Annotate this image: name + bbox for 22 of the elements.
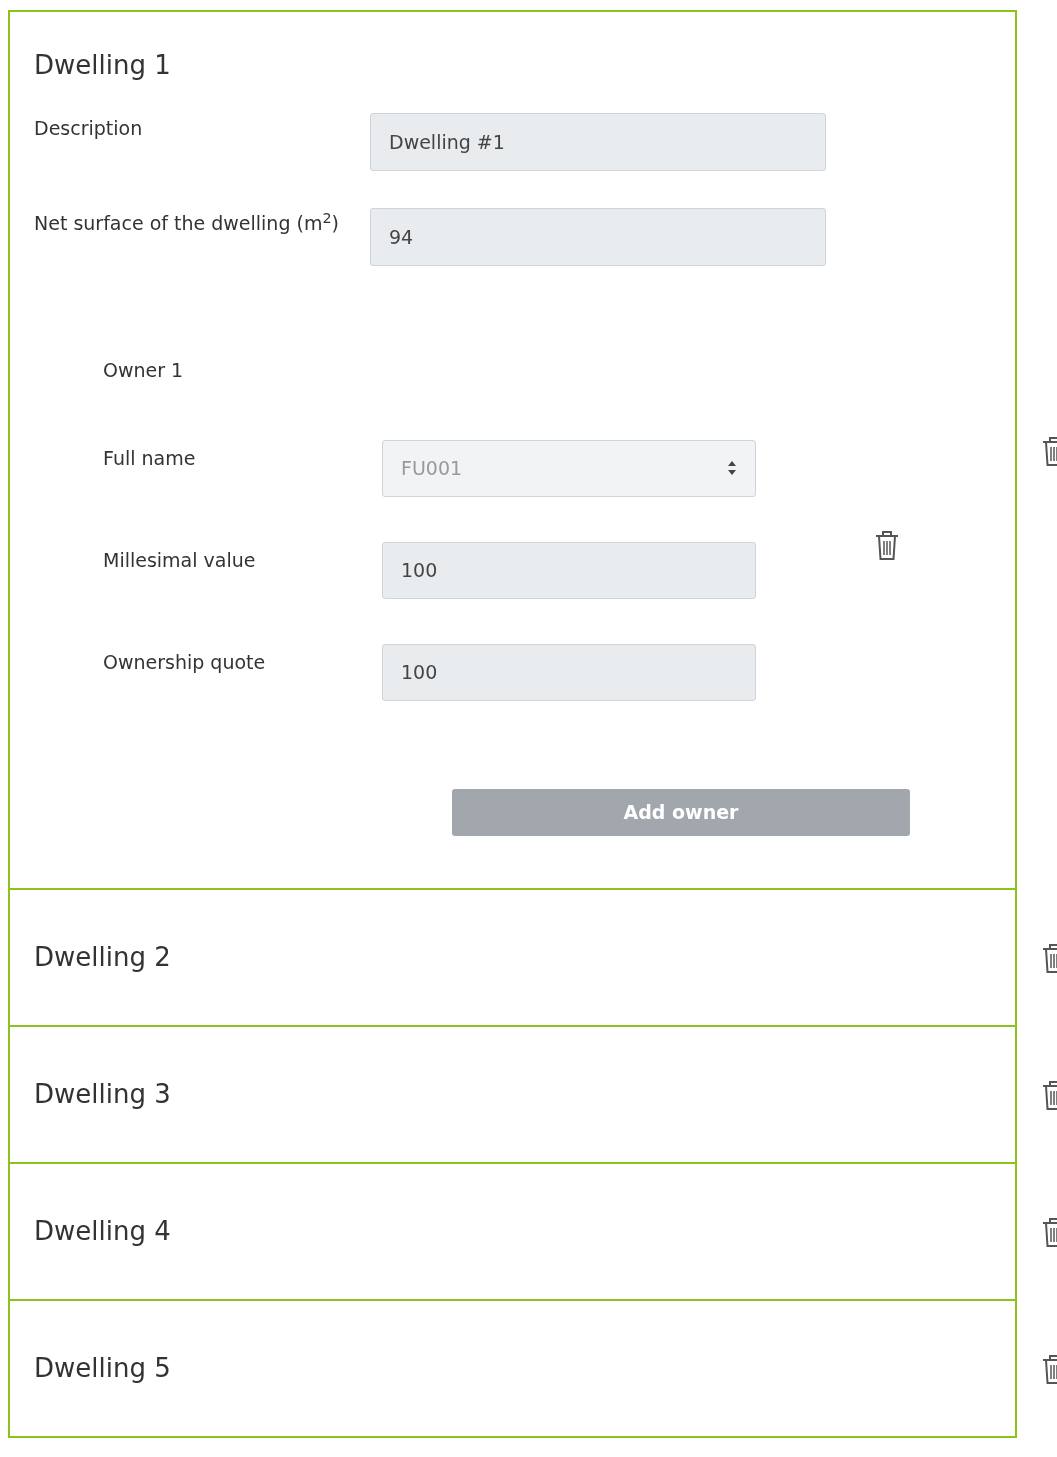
field-label: Description <box>34 116 144 142</box>
input-field[interactable]: Dwelling #1 <box>370 113 826 172</box>
trash-icon[interactable] <box>1040 1353 1057 1386</box>
input-field[interactable]: 94 <box>370 208 826 267</box>
trash-icon[interactable] <box>1040 1079 1057 1112</box>
trash-icon[interactable] <box>1040 1216 1057 1249</box>
field-label: Net surface of the dwelling (m$^{2}$) <box>34 209 340 237</box>
field-label: Full name <box>103 445 197 471</box>
dwelling-title[interactable]: Dwelling 1 <box>34 50 991 82</box>
field-label: Ownership quote <box>103 649 267 675</box>
trash-icon[interactable] <box>873 529 901 562</box>
owner-title: Owner 1 <box>103 358 185 384</box>
field-label: Millesimal value <box>103 547 257 573</box>
sort-icon <box>727 460 737 477</box>
trash-icon[interactable] <box>1040 942 1057 975</box>
dwelling-title[interactable]: Dwelling 3 <box>34 1078 171 1110</box>
dwelling-title[interactable]: Dwelling 4 <box>34 1215 171 1247</box>
dwelling-title[interactable]: Dwelling 2 <box>34 941 171 973</box>
input-field[interactable]: 100 <box>382 643 756 701</box>
trash-icon[interactable] <box>1040 434 1057 467</box>
input-field[interactable]: 100 <box>382 541 756 599</box>
dwelling-title[interactable]: Dwelling 5 <box>34 1352 171 1384</box>
